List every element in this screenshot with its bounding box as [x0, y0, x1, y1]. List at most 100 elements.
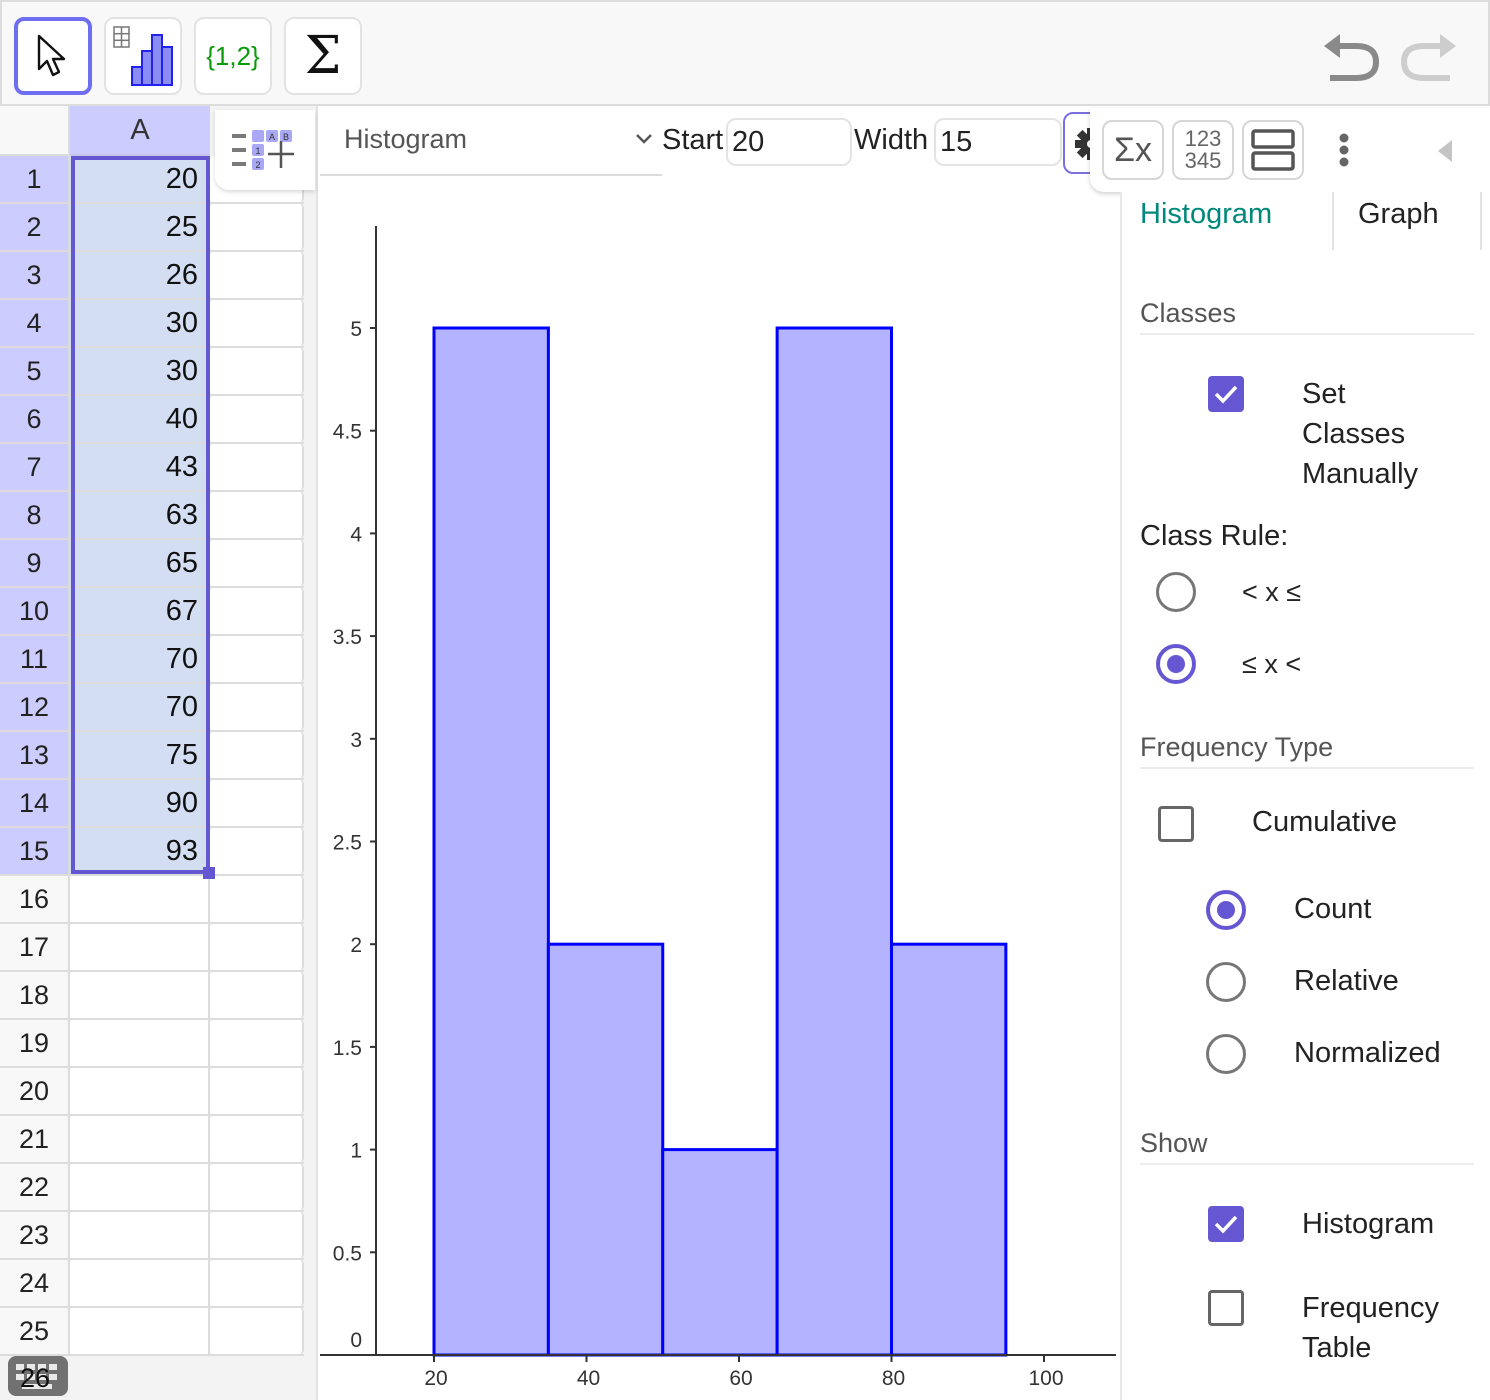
select-all-corner[interactable] — [0, 106, 70, 156]
cell-a[interactable] — [70, 1164, 210, 1210]
row-number[interactable]: 2 — [0, 204, 70, 250]
row-number[interactable]: 22 — [0, 1164, 70, 1210]
cell-b[interactable] — [210, 300, 304, 346]
row-number[interactable]: 5 — [0, 348, 70, 394]
column-header-a[interactable]: A — [70, 106, 210, 156]
cell-b[interactable] — [210, 540, 304, 586]
cell-b[interactable] — [210, 588, 304, 634]
cell-a[interactable]: 30 — [70, 300, 210, 346]
cell-b[interactable] — [210, 444, 304, 490]
cell-a[interactable] — [70, 1308, 210, 1354]
cell-b[interactable] — [210, 1308, 304, 1354]
cell-b[interactable] — [210, 1164, 304, 1210]
row-number[interactable]: 21 — [0, 1116, 70, 1162]
show-histogram-checkbox[interactable] — [1208, 1206, 1244, 1242]
cell-b[interactable] — [210, 1116, 304, 1162]
cell-b[interactable] — [210, 780, 304, 826]
cell-a[interactable]: 65 — [70, 540, 210, 586]
class-rule-radio-right-open[interactable] — [1156, 644, 1196, 684]
cell-a[interactable]: 70 — [70, 684, 210, 730]
create-list-button[interactable]: {1,2} — [194, 17, 272, 95]
cell-b[interactable] — [210, 828, 304, 874]
cell-b[interactable] — [210, 396, 304, 442]
layout-button[interactable] — [1242, 120, 1304, 180]
tab-histogram[interactable]: Histogram — [1122, 192, 1332, 250]
redo-icon[interactable] — [1394, 30, 1460, 86]
cell-a[interactable]: 67 — [70, 588, 210, 634]
row-number[interactable]: 11 — [0, 636, 70, 682]
cell-a[interactable]: 93 — [70, 828, 210, 874]
cell-a[interactable] — [70, 972, 210, 1018]
cell-a[interactable]: 75 — [70, 732, 210, 778]
cumulative-checkbox[interactable] — [1158, 806, 1194, 842]
cell-b[interactable] — [210, 684, 304, 730]
row-number[interactable]: 13 — [0, 732, 70, 778]
row-number[interactable]: 16 — [0, 876, 70, 922]
fill-handle[interactable] — [203, 867, 215, 879]
cell-a[interactable]: 30 — [70, 348, 210, 394]
row-number[interactable]: 18 — [0, 972, 70, 1018]
start-input[interactable] — [726, 118, 852, 166]
cell-a[interactable]: 63 — [70, 492, 210, 538]
cell-a[interactable] — [70, 1116, 210, 1162]
row-number[interactable]: 14 — [0, 780, 70, 826]
cell-a[interactable] — [70, 1068, 210, 1114]
add-column-button[interactable]: A B 1 2 — [215, 110, 315, 190]
row-number[interactable]: 12 — [0, 684, 70, 730]
cell-a[interactable] — [70, 876, 210, 922]
cell-b[interactable] — [210, 636, 304, 682]
frequency-radio-count[interactable] — [1206, 890, 1246, 930]
data-button[interactable]: 123 345 — [1172, 120, 1234, 180]
row-number[interactable]: 6 — [0, 396, 70, 442]
cell-b[interactable] — [210, 876, 304, 922]
cell-b[interactable] — [210, 492, 304, 538]
class-rule-radio-left-open[interactable] — [1156, 572, 1196, 612]
cell-b[interactable] — [210, 1212, 304, 1258]
row-number[interactable]: 20 — [0, 1068, 70, 1114]
cell-a[interactable] — [70, 1260, 210, 1306]
cell-b[interactable] — [210, 1260, 304, 1306]
cell-a[interactable]: 20 — [70, 156, 210, 202]
cell-a[interactable] — [70, 1212, 210, 1258]
cell-a[interactable]: 26 — [70, 252, 210, 298]
row-number[interactable]: 9 — [0, 540, 70, 586]
row-number[interactable]: 4 — [0, 300, 70, 346]
cell-a[interactable]: 40 — [70, 396, 210, 442]
cell-b[interactable] — [210, 348, 304, 394]
cell-b[interactable] — [210, 1020, 304, 1066]
cell-b[interactable] — [210, 252, 304, 298]
frequency-radio-relative[interactable] — [1206, 962, 1246, 1002]
row-number[interactable]: 25 — [0, 1308, 70, 1354]
row-number[interactable]: 7 — [0, 444, 70, 490]
one-variable-analysis-button[interactable] — [104, 17, 182, 95]
collapse-left-icon[interactable] — [1434, 138, 1456, 164]
cell-a[interactable] — [70, 1020, 210, 1066]
more-vert-icon[interactable] — [1336, 132, 1352, 172]
undo-icon[interactable] — [1320, 30, 1386, 86]
frequency-radio-normalized[interactable] — [1206, 1034, 1246, 1074]
row-number[interactable]: 3 — [0, 252, 70, 298]
cell-b[interactable] — [210, 732, 304, 778]
show-frequency-table-checkbox[interactable] — [1208, 1290, 1244, 1326]
cell-b[interactable] — [210, 924, 304, 970]
chart-type-dropdown[interactable]: Histogram — [320, 106, 662, 176]
tab-graph[interactable]: Graph — [1332, 192, 1482, 250]
keyboard-button[interactable] — [8, 1356, 68, 1396]
width-input[interactable] — [934, 118, 1062, 166]
row-number[interactable]: 24 — [0, 1260, 70, 1306]
row-number[interactable]: 19 — [0, 1020, 70, 1066]
cell-b[interactable] — [210, 1068, 304, 1114]
statistics-button[interactable]: Σx — [1102, 120, 1164, 180]
cell-a[interactable]: 43 — [70, 444, 210, 490]
set-classes-manually-checkbox[interactable] — [1208, 376, 1244, 412]
cell-b[interactable] — [210, 972, 304, 1018]
cell-a[interactable]: 25 — [70, 204, 210, 250]
row-number[interactable]: 17 — [0, 924, 70, 970]
move-tool-button[interactable] — [14, 17, 92, 95]
cell-a[interactable]: 90 — [70, 780, 210, 826]
sum-tool-button[interactable]: Σ — [284, 17, 362, 95]
cell-a[interactable] — [70, 924, 210, 970]
row-number[interactable]: 15 — [0, 828, 70, 874]
row-number[interactable]: 10 — [0, 588, 70, 634]
cell-b[interactable] — [210, 204, 304, 250]
